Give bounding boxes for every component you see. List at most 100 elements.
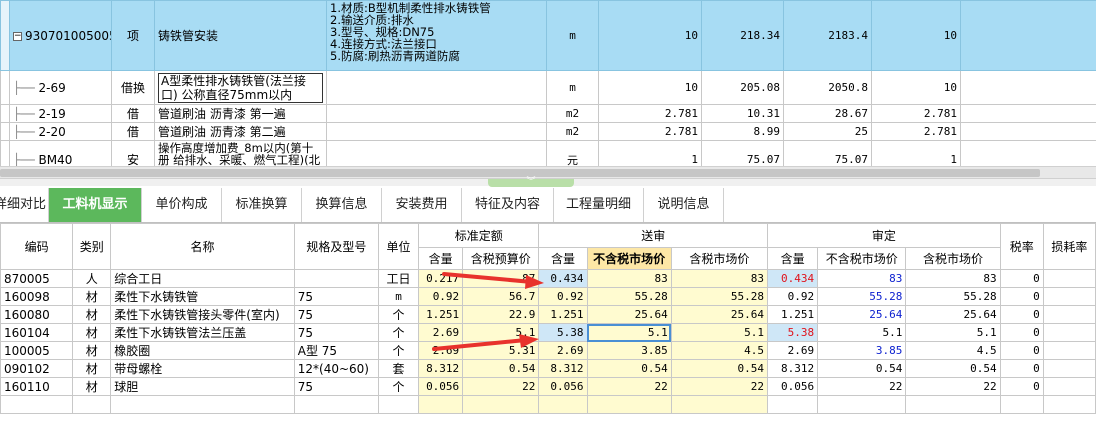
- res-name[interactable]: 带母螺栓: [110, 359, 295, 378]
- std-qty[interactable]: 2.69: [418, 341, 464, 360]
- item-extra[interactable]: [960, 70, 1096, 105]
- send-qty[interactable]: [538, 395, 588, 414]
- send-incl-tax-market[interactable]: 5.1: [670, 323, 769, 342]
- res-unit[interactable]: 个: [377, 341, 420, 360]
- col-std-qty[interactable]: 含量: [418, 247, 464, 270]
- audit-excl-tax-market[interactable]: 55.28: [817, 287, 907, 306]
- res-unit[interactable]: 工日: [377, 269, 420, 288]
- item-row[interactable]: ├── 2-20 借管道刷油 沥青漆 第二遍 m2 2.781 8.99 25 2.781: [0, 122, 1096, 141]
- res-name[interactable]: 柔性下水铸铁管: [110, 287, 295, 306]
- item-name[interactable]: 管道刷油 沥青漆 第一遍: [154, 104, 327, 123]
- std-qty[interactable]: 2.69: [418, 323, 464, 342]
- send-incl-tax-market[interactable]: 55.28: [670, 287, 769, 306]
- col-loss-rate[interactable]: 损耗率: [1042, 223, 1096, 270]
- col-name[interactable]: 名称: [110, 223, 295, 270]
- send-incl-tax-market[interactable]: [670, 395, 769, 414]
- item-last[interactable]: 1: [871, 140, 961, 166]
- std-qty[interactable]: [418, 395, 464, 414]
- res-type[interactable]: 人: [72, 269, 112, 288]
- audit-incl-tax-market[interactable]: 83: [905, 269, 1001, 288]
- audit-excl-tax-market[interactable]: 83: [817, 269, 907, 288]
- item-type[interactable]: 项: [111, 0, 155, 71]
- res-spec[interactable]: 75: [293, 287, 379, 306]
- item-total[interactable]: 2183.4: [783, 0, 872, 71]
- send-excl-tax-market[interactable]: 83: [586, 269, 672, 288]
- item-features[interactable]: [326, 104, 547, 123]
- scrollbar-thumb[interactable]: [0, 169, 1040, 177]
- tab-3[interactable]: 标准换算: [222, 188, 302, 222]
- audit-incl-tax-market[interactable]: 25.64: [905, 305, 1001, 324]
- loss-rate[interactable]: [1042, 359, 1096, 378]
- res-name[interactable]: 柔性下水铸铁管接头零件(室内): [110, 305, 295, 324]
- audit-qty[interactable]: 0.92: [767, 287, 819, 306]
- res-code[interactable]: 160110: [0, 377, 74, 396]
- item-last[interactable]: 2.781: [871, 122, 961, 141]
- collapse-grip-icon[interactable]: ︾: [488, 178, 574, 187]
- audit-incl-tax-market[interactable]: 22: [905, 377, 1001, 396]
- item-code-cell[interactable]: ├── 2-69: [9, 70, 112, 105]
- res-code[interactable]: 870005: [0, 269, 74, 288]
- send-excl-tax-market[interactable]: 22: [586, 377, 672, 396]
- send-qty[interactable]: 8.312: [538, 359, 588, 378]
- send-qty[interactable]: 0.434: [538, 269, 588, 288]
- item-price[interactable]: 218.34: [701, 0, 784, 71]
- send-qty[interactable]: 5.38: [538, 323, 588, 342]
- res-type[interactable]: 材: [72, 323, 112, 342]
- audit-incl-tax-market[interactable]: 0.54: [905, 359, 1001, 378]
- send-excl-tax-market[interactable]: 25.64: [586, 305, 672, 324]
- audit-qty[interactable]: 8.312: [767, 359, 819, 378]
- row-indicator[interactable]: [0, 140, 10, 166]
- col-send-excl-tax-market[interactable]: 不含税市场价: [586, 247, 672, 270]
- res-spec[interactable]: 12*(40~60): [293, 359, 379, 378]
- item-last[interactable]: 10: [871, 70, 961, 105]
- send-excl-tax-market[interactable]: 0.54: [586, 359, 672, 378]
- item-unit[interactable]: m2: [546, 122, 599, 141]
- col-send-qty[interactable]: 含量: [538, 247, 588, 270]
- item-unit[interactable]: m: [546, 70, 599, 105]
- audit-qty[interactable]: [767, 395, 819, 414]
- item-features[interactable]: [326, 140, 547, 166]
- res-code[interactable]: 090102: [0, 359, 74, 378]
- tab-0[interactable]: 详细对比: [0, 188, 49, 222]
- res-type[interactable]: [72, 395, 112, 414]
- col-code[interactable]: 编码: [0, 223, 74, 270]
- std-tax-budget[interactable]: 87: [462, 269, 540, 288]
- item-row[interactable]: ├── 2-19 借管道刷油 沥青漆 第一遍 m2 2.781 10.31 28.67 2.…: [0, 104, 1096, 123]
- res-type[interactable]: 材: [72, 377, 112, 396]
- tax-rate[interactable]: 0: [999, 269, 1044, 288]
- audit-excl-tax-market[interactable]: 25.64: [817, 305, 907, 324]
- item-unit[interactable]: m2: [546, 104, 599, 123]
- std-qty[interactable]: 0.217: [418, 269, 464, 288]
- item-extra[interactable]: [960, 104, 1096, 123]
- resource-row[interactable]: 090102 材带母螺栓 12*(40~60) 套 8.312 0.54 8.312 0.54…: [0, 359, 1096, 378]
- item-price[interactable]: 10.31: [701, 104, 784, 123]
- audit-incl-tax-market[interactable]: 55.28: [905, 287, 1001, 306]
- res-spec[interactable]: A型 75: [293, 341, 379, 360]
- tax-rate[interactable]: [999, 395, 1044, 414]
- item-name[interactable]: 管道刷油 沥青漆 第二遍: [154, 122, 327, 141]
- item-price[interactable]: 205.08: [701, 70, 784, 105]
- res-code[interactable]: [0, 395, 74, 414]
- res-name[interactable]: 球胆: [110, 377, 295, 396]
- std-tax-budget[interactable]: 0.54: [462, 359, 540, 378]
- std-tax-budget[interactable]: [462, 395, 540, 414]
- item-unit[interactable]: m: [546, 0, 599, 71]
- res-spec[interactable]: [293, 395, 379, 414]
- tax-rate[interactable]: 0: [999, 305, 1044, 324]
- tab-5[interactable]: 安装费用: [382, 188, 462, 222]
- send-incl-tax-market[interactable]: 0.54: [670, 359, 769, 378]
- row-indicator[interactable]: [0, 0, 10, 71]
- item-features[interactable]: [326, 70, 547, 105]
- send-incl-tax-market[interactable]: 83: [670, 269, 769, 288]
- res-spec[interactable]: 75: [293, 323, 379, 342]
- item-row[interactable]: ├── BM40 安操作高度增加费_8m以内(第十册 给排水、采暖、燃气工程)(北…: [0, 140, 1096, 166]
- audit-incl-tax-market[interactable]: [905, 395, 1001, 414]
- resource-row[interactable]: 870005 人综合工日 工日 0.217 87 0.434 83 83 0.434 83 83 0: [0, 269, 1096, 288]
- res-code[interactable]: 160104: [0, 323, 74, 342]
- loss-rate[interactable]: [1042, 377, 1096, 396]
- collapse-toggle-icon[interactable]: −: [13, 31, 22, 41]
- send-excl-tax-market[interactable]: 5.1: [586, 323, 672, 342]
- res-name[interactable]: 柔性下水铸铁管法兰压盖: [110, 323, 295, 342]
- std-tax-budget[interactable]: 5.1: [462, 323, 540, 342]
- loss-rate[interactable]: [1042, 269, 1096, 288]
